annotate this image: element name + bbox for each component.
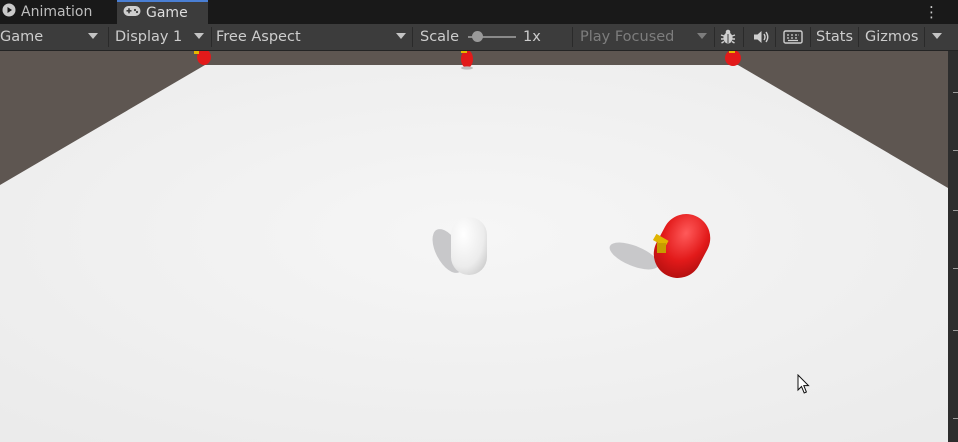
play-mode-dropdown[interactable]: Play Focused: [580, 24, 712, 50]
audio-mute-icon[interactable]: [752, 24, 770, 50]
display-dropdown[interactable]: Display 1: [115, 24, 209, 50]
stats-button[interactable]: Stats: [816, 24, 853, 50]
gizmos-button[interactable]: Gizmos: [865, 24, 918, 50]
tab-label: Animation: [21, 4, 93, 20]
aspect-label: Free Aspect: [216, 29, 301, 45]
aspect-dropdown[interactable]: Free Aspect: [216, 24, 412, 50]
chevron-down-icon: [194, 33, 204, 39]
display-label: Display 1: [115, 29, 183, 45]
play-icon: [2, 3, 16, 21]
edge-marker: [953, 418, 958, 419]
game-viewport[interactable]: [0, 51, 948, 442]
keyboard-icon[interactable]: [783, 24, 803, 50]
play-mode-label: Play Focused: [580, 29, 675, 45]
bug-icon[interactable]: [719, 24, 737, 50]
display-type-label: Game: [0, 29, 44, 45]
edge-marker: [953, 210, 958, 211]
editor-tab-bar: Animation Game ⋮: [0, 0, 958, 24]
kebab-menu-icon[interactable]: ⋮: [924, 3, 939, 21]
display-type-dropdown[interactable]: Game: [0, 24, 105, 50]
tab-animation[interactable]: Animation: [0, 0, 116, 24]
right-panel-edge: [948, 51, 958, 442]
edge-marker: [953, 150, 958, 151]
gamepad-icon: [123, 5, 141, 21]
tab-label: Game: [146, 5, 188, 21]
chevron-down-icon: [697, 33, 707, 39]
scale-slider-handle[interactable]: [471, 31, 483, 42]
scale-label: Scale: [420, 29, 460, 45]
mouse-cursor-icon: [797, 374, 810, 394]
scale-value: 1x: [523, 29, 541, 45]
chevron-down-icon: [88, 33, 98, 39]
chevron-down-icon: [396, 33, 406, 39]
edge-marker: [953, 268, 958, 269]
game-view-toolbar: Game Display 1 Free Aspect Scale 1x Play…: [0, 24, 958, 51]
edge-marker: [953, 92, 958, 93]
tab-game[interactable]: Game: [117, 0, 208, 24]
gizmos-chevron-down-icon[interactable]: [932, 33, 942, 39]
edge-marker: [953, 330, 958, 331]
